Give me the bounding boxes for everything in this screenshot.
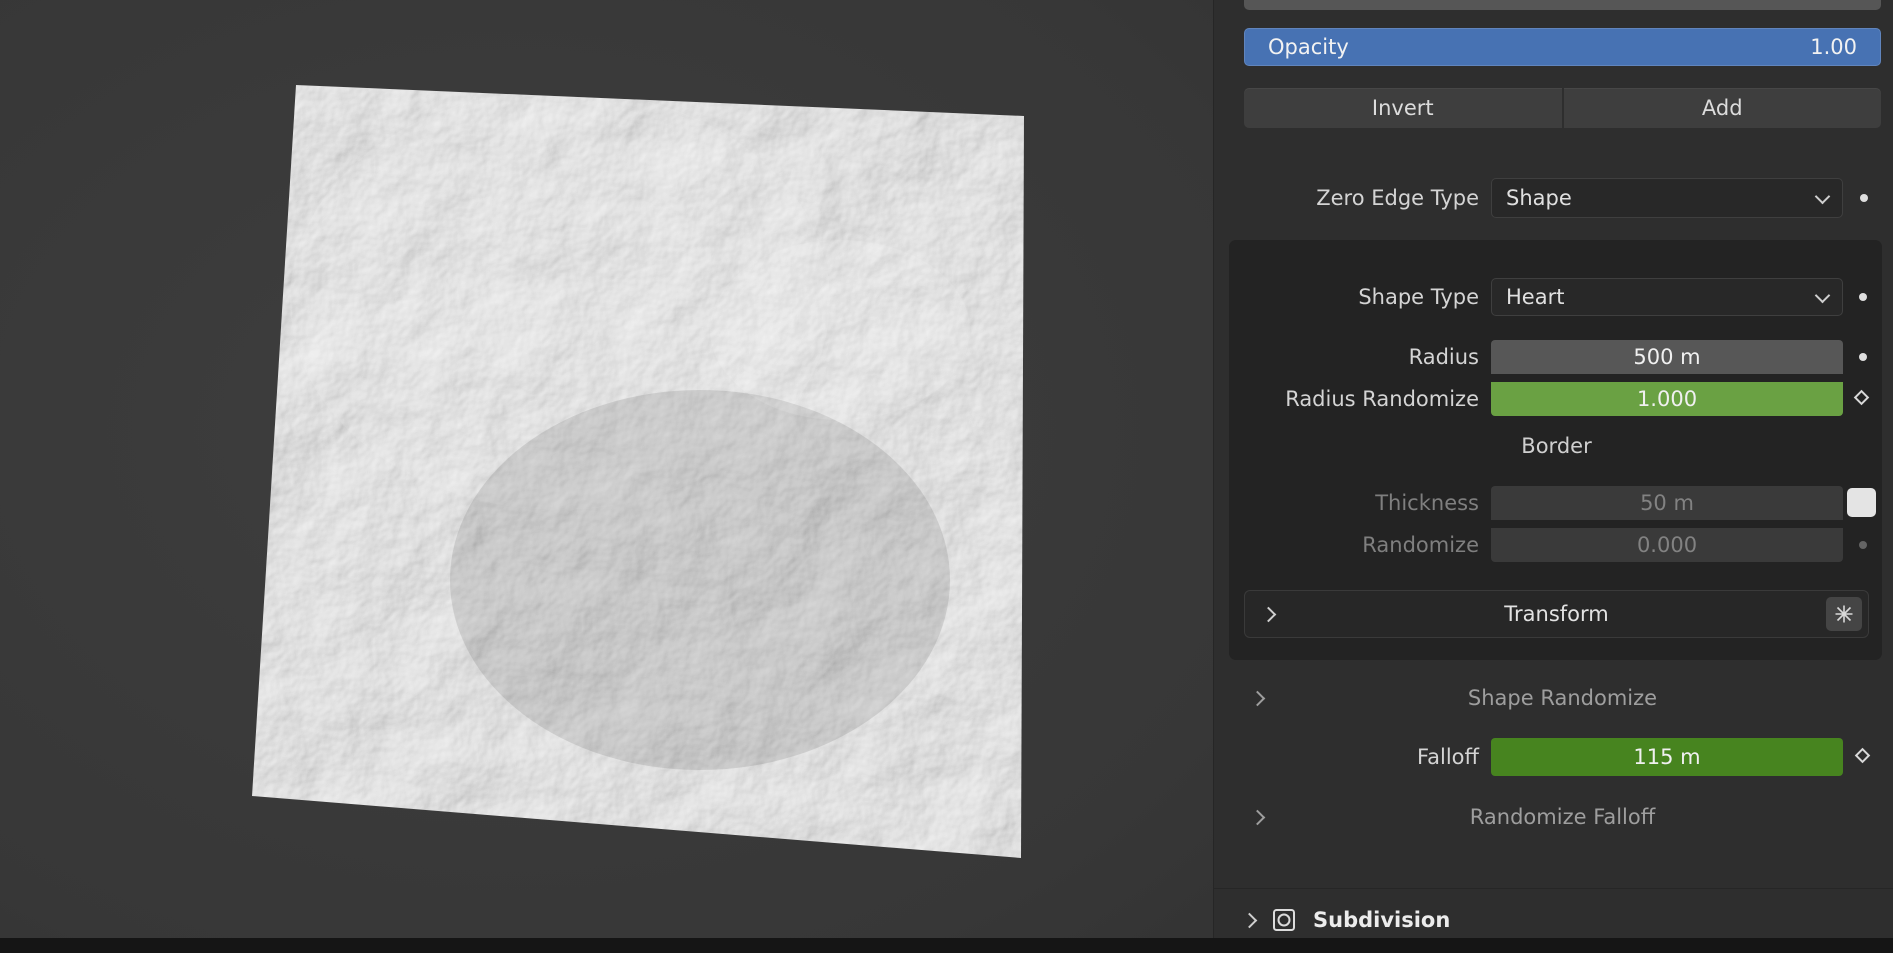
terrain-shadow (450, 390, 950, 770)
radius-value: 500 m (1633, 345, 1700, 369)
zero-edge-animate-dot-icon[interactable] (1860, 194, 1868, 202)
invert-add-button-row: Invert Add (1244, 88, 1881, 128)
transform-title: Transform (1245, 602, 1868, 626)
bottom-bar (0, 938, 1893, 953)
shape-type-label: Shape Type (1239, 278, 1479, 316)
randomize-falloff-section-header[interactable]: Randomize Falloff (1244, 803, 1881, 831)
border-randomize-value: 0.000 (1637, 533, 1697, 557)
radius-randomize-keyframe-diamond-icon[interactable] (1854, 390, 1870, 406)
radius-randomize-slider[interactable]: 1.000 (1491, 382, 1843, 416)
shape-randomize-title: Shape Randomize (1244, 686, 1881, 710)
3d-viewport[interactable] (0, 0, 1213, 953)
border-section-label: Border (1244, 434, 1869, 462)
radius-randomize-label: Radius Randomize (1239, 382, 1479, 416)
subdivision-toggle-icon[interactable] (1271, 907, 1297, 933)
falloff-value: 115 m (1633, 745, 1700, 769)
falloff-label: Falloff (1244, 738, 1479, 776)
terrain-crater-floor (710, 240, 970, 420)
border-enable-checkbox[interactable] (1847, 488, 1876, 517)
zero-edge-type-value: Shape (1506, 186, 1572, 210)
radius-label: Radius (1239, 340, 1479, 374)
chevron-right-icon (1242, 912, 1258, 928)
randomize-falloff-title: Randomize Falloff (1244, 805, 1881, 829)
falloff-keyframe-diamond-icon[interactable] (1855, 748, 1871, 764)
add-button[interactable]: Add (1564, 88, 1882, 128)
opacity-value: 1.00 (1810, 35, 1857, 59)
opacity-slider[interactable]: Opacity 1.00 (1244, 28, 1881, 66)
falloff-slider[interactable]: 115 m (1491, 738, 1843, 776)
shape-type-value: Heart (1506, 285, 1564, 309)
panel-separator (1214, 888, 1893, 889)
radius-animate-dot-icon[interactable] (1859, 353, 1867, 361)
zero-edge-type-label: Zero Edge Type (1244, 178, 1479, 218)
radius-field[interactable]: 500 m (1491, 340, 1843, 374)
opacity-label: Opacity (1268, 35, 1349, 59)
invert-button[interactable]: Invert (1244, 88, 1562, 128)
shape-type-animate-dot-icon[interactable] (1859, 293, 1867, 301)
subdivision-section-header[interactable]: Subdivision (1244, 900, 1881, 940)
shape-randomize-section-header[interactable]: Shape Randomize (1244, 684, 1881, 712)
radius-randomize-value: 1.000 (1637, 387, 1697, 411)
thickness-value: 50 m (1640, 491, 1694, 515)
properties-panel: Opacity 1.00 Invert Add Zero Edge Type S… (1213, 0, 1893, 953)
chevron-down-icon (1815, 188, 1831, 204)
border-randomize-animate-dot-icon[interactable] (1859, 541, 1867, 549)
transform-section-header[interactable]: Transform (1244, 590, 1869, 638)
shape-type-dropdown[interactable]: Heart (1491, 278, 1843, 316)
subdivision-title: Subdivision (1313, 908, 1450, 932)
terrain-render (0, 0, 1213, 953)
transform-tool-button[interactable] (1826, 597, 1862, 631)
zero-edge-type-dropdown[interactable]: Shape (1491, 178, 1843, 218)
shape-settings-box: Shape Type Heart Radius 500 m Radius Ran… (1229, 240, 1882, 660)
thickness-label: Thickness (1239, 486, 1479, 520)
thickness-field[interactable]: 50 m (1491, 486, 1843, 520)
border-randomize-field[interactable]: 0.000 (1491, 528, 1843, 562)
border-randomize-label: Randomize (1239, 528, 1479, 562)
clipped-slider-top[interactable] (1244, 0, 1881, 10)
transform-axes-icon (1833, 603, 1855, 625)
chevron-down-icon (1815, 287, 1831, 303)
